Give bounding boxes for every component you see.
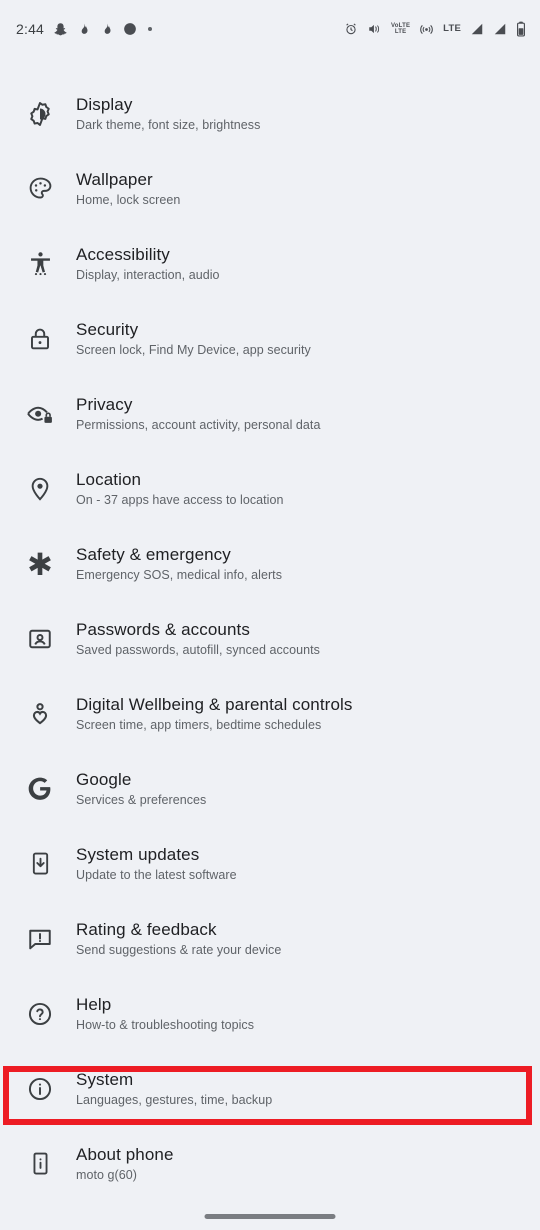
settings-row-subtitle: moto g(60): [76, 1167, 137, 1182]
settings-row-subtitle: Services & preferences: [76, 792, 207, 807]
settings-row-text: Passwords & accounts Saved passwords, au…: [76, 619, 320, 659]
status-bar-left: 2:44: [16, 21, 153, 37]
settings-row-title: Rating & feedback: [76, 919, 217, 939]
volte-icon: VoLTE LTE: [391, 23, 410, 36]
status-bar-clock: 2:44: [16, 21, 45, 37]
flame-notification-icon: [77, 22, 91, 37]
settings-row-title: Help: [76, 994, 112, 1014]
settings-row-digital-wellbeing[interactable]: Digital Wellbeing & parental controls Sc…: [0, 676, 540, 751]
settings-row-title: Security: [76, 319, 139, 339]
settings-row-text: Display Dark theme, font size, brightnes…: [76, 94, 260, 134]
settings-row-text: Digital Wellbeing & parental controls Sc…: [76, 694, 352, 734]
help-question-icon: [18, 1001, 62, 1027]
settings-row-text: About phone moto g(60): [76, 1144, 174, 1184]
settings-row-subtitle: How-to & troubleshooting topics: [76, 1017, 255, 1032]
settings-row-help[interactable]: Help How-to & troubleshooting topics: [0, 976, 540, 1051]
asterisk-medical-icon: [18, 550, 62, 578]
settings-row-text: System Languages, gestures, time, backup: [76, 1069, 272, 1109]
brightness-icon: [18, 100, 62, 128]
more-notifications-dot-icon: [148, 27, 153, 31]
settings-row-safety-emergency[interactable]: Safety & emergency Emergency SOS, medica…: [0, 526, 540, 601]
settings-list: Display Dark theme, font size, brightnes…: [0, 76, 540, 1201]
settings-row-title: System updates: [76, 844, 200, 864]
settings-row-subtitle: Emergency SOS, medical info, alerts: [76, 567, 282, 582]
signal-bars-sim2-icon: [493, 22, 507, 36]
settings-row-title: Passwords & accounts: [76, 619, 250, 639]
settings-row-title: System: [76, 1069, 134, 1089]
settings-row-wallpaper[interactable]: Wallpaper Home, lock screen: [0, 151, 540, 226]
settings-row-title: Safety & emergency: [76, 544, 231, 564]
settings-row-system[interactable]: System Languages, gestures, time, backup: [0, 1051, 540, 1126]
settings-row-text: Rating & feedback Send suggestions & rat…: [76, 919, 281, 959]
google-g-icon: [18, 775, 62, 803]
feedback-bubble-icon: [18, 926, 62, 952]
settings-row-title: Google: [76, 769, 132, 789]
status-bar: 2:44 VoLTE LTE LTE: [0, 0, 540, 58]
home-gesture-bar[interactable]: [204, 1214, 336, 1219]
settings-row-title: Display: [76, 94, 133, 114]
settings-row-subtitle: Screen lock, Find My Device, app securit…: [76, 342, 311, 357]
snapchat-notification-icon: [53, 22, 68, 37]
volte-label-top: VoLTE: [391, 22, 411, 29]
settings-row-text: Location On - 37 apps have access to loc…: [76, 469, 283, 509]
phone-download-icon: [18, 851, 62, 876]
settings-row-subtitle: Screen time, app timers, bedtime schedul…: [76, 717, 322, 732]
settings-row-subtitle: Permissions, account activity, personal …: [76, 417, 321, 432]
circle-notification-icon: [123, 22, 137, 36]
settings-row-title: Privacy: [76, 394, 133, 414]
settings-row-security[interactable]: Security Screen lock, Find My Device, ap…: [0, 301, 540, 376]
settings-row-text: Wallpaper Home, lock screen: [76, 169, 180, 209]
settings-row-title: About phone: [76, 1144, 174, 1164]
flame-notification-icon-2: [100, 22, 114, 37]
alarm-icon: [344, 22, 358, 36]
settings-row-display[interactable]: Display Dark theme, font size, brightnes…: [0, 76, 540, 151]
accessibility-icon: [18, 250, 62, 277]
hotspot-icon: [419, 22, 434, 37]
phone-info-icon: [18, 1151, 62, 1176]
settings-row-title: Digital Wellbeing & parental controls: [76, 694, 353, 714]
settings-row-about-phone[interactable]: About phone moto g(60): [0, 1126, 540, 1201]
location-pin-icon: [18, 476, 62, 502]
settings-row-title: Accessibility: [76, 244, 170, 264]
settings-row-subtitle: Languages, gestures, time, backup: [76, 1092, 273, 1107]
settings-row-title: Location: [76, 469, 142, 489]
settings-row-passwords-accounts[interactable]: Passwords & accounts Saved passwords, au…: [0, 601, 540, 676]
settings-row-subtitle: On - 37 apps have access to location: [76, 492, 284, 507]
settings-row-google[interactable]: Google Services & preferences: [0, 751, 540, 826]
settings-row-subtitle: Saved passwords, autofill, synced accoun…: [76, 642, 320, 657]
settings-row-subtitle: Dark theme, font size, brightness: [76, 117, 261, 132]
settings-row-text: Help How-to & troubleshooting topics: [76, 994, 254, 1034]
settings-row-subtitle: Home, lock screen: [76, 192, 181, 207]
settings-row-text: Safety & emergency Emergency SOS, medica…: [76, 544, 282, 584]
wellbeing-person-icon: [18, 701, 62, 727]
vibrate-icon: [367, 22, 382, 36]
settings-row-subtitle: Send suggestions & rate your device: [76, 942, 282, 957]
settings-row-subtitle: Display, interaction, audio: [76, 267, 220, 282]
settings-row-text: System updates Update to the latest soft…: [76, 844, 237, 884]
settings-row-system-updates[interactable]: System updates Update to the latest soft…: [0, 826, 540, 901]
battery-icon: [516, 21, 526, 37]
info-circle-icon: [18, 1076, 62, 1102]
volte-label-bottom: LTE: [394, 29, 407, 35]
settings-row-text: Privacy Permissions, account activity, p…: [76, 394, 320, 434]
settings-row-text: Google Services & preferences: [76, 769, 206, 809]
settings-row-text: Security Screen lock, Find My Device, ap…: [76, 319, 311, 359]
account-card-icon: [18, 626, 62, 652]
palette-icon: [18, 175, 62, 202]
signal-bars-sim1-icon: [470, 22, 484, 36]
settings-row-text: Accessibility Display, interaction, audi…: [76, 244, 220, 284]
lte-label-icon: LTE: [443, 23, 461, 35]
lock-icon: [18, 326, 62, 352]
settings-row-accessibility[interactable]: Accessibility Display, interaction, audi…: [0, 226, 540, 301]
status-bar-right: VoLTE LTE LTE: [344, 21, 526, 37]
eye-lock-icon: [18, 400, 62, 428]
settings-row-title: Wallpaper: [76, 169, 153, 189]
settings-row-privacy[interactable]: Privacy Permissions, account activity, p…: [0, 376, 540, 451]
settings-row-subtitle: Update to the latest software: [76, 867, 237, 882]
settings-row-rating-feedback[interactable]: Rating & feedback Send suggestions & rat…: [0, 901, 540, 976]
settings-row-location[interactable]: Location On - 37 apps have access to loc…: [0, 451, 540, 526]
